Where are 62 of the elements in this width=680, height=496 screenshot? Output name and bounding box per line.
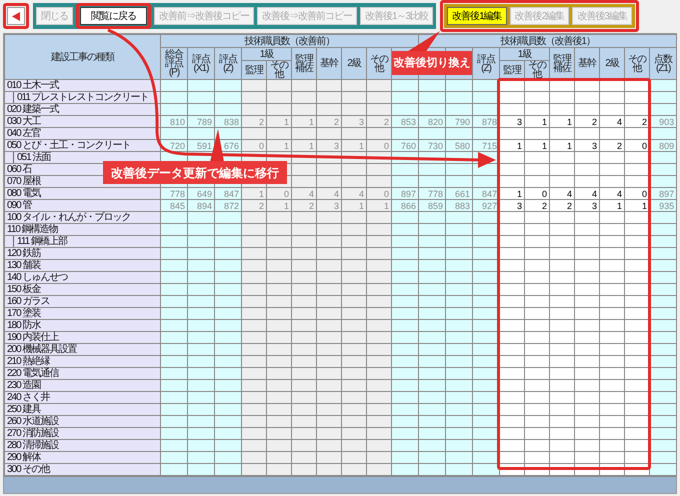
back-button[interactable] xyxy=(7,7,25,25)
toolbar-button[interactable]: 閲覧に戻る xyxy=(80,7,147,25)
column-header: 基幹 xyxy=(316,48,342,80)
row-label: 170 塗装 xyxy=(7,308,40,319)
row-label: 250 建具 xyxy=(7,404,40,415)
row-label: 290 解体 xyxy=(7,452,40,463)
row-label: 240 さく井 xyxy=(7,392,50,403)
edit-button[interactable]: 改善後1編集 xyxy=(447,7,507,25)
callout: 改善後切り換え xyxy=(392,51,472,75)
row-label: 080 電気 xyxy=(7,188,40,199)
column-header: 2級 xyxy=(342,48,366,80)
row-label: 040 左官 xyxy=(7,128,40,139)
row-label: 130 舗装 xyxy=(7,260,40,271)
edit-button[interactable]: 改善後2編集 xyxy=(510,7,570,25)
column-header: 1級 xyxy=(500,48,550,60)
row-label: 300 その他 xyxy=(7,464,50,475)
callout-pointer xyxy=(210,129,224,162)
row-label: 270 消防施設 xyxy=(7,428,58,439)
row-label: 011 プレストレストコンクリート xyxy=(17,92,149,103)
group-header: 技術職員数（改善前） xyxy=(160,34,419,48)
group-header: 技術職員数（改善後1） xyxy=(418,34,677,48)
column-header: 基幹 xyxy=(574,48,600,80)
column-header: 総合評点(P) xyxy=(160,48,188,80)
column-header: 監理補佐 xyxy=(292,48,316,80)
row-label: 020 建築一式 xyxy=(7,104,58,115)
column-header: 評点(Z) xyxy=(214,48,242,80)
column-header: その他 xyxy=(624,48,650,80)
callout: 改善後データ更新で編集に移行 xyxy=(103,161,287,184)
row-label: 230 造園 xyxy=(7,380,40,391)
row-label: 180 防水 xyxy=(7,320,40,331)
row-label: 010 土木一式 xyxy=(7,80,58,91)
row-label: 160 ガラス xyxy=(7,296,50,307)
row-label: 030 大工 xyxy=(7,116,40,127)
column-header: その他 xyxy=(366,48,392,80)
column-header: 2級 xyxy=(600,48,625,80)
column-header: 点数(Z1) xyxy=(650,48,677,80)
row-label: 200 機械器具設置 xyxy=(7,344,76,355)
row-label: 280 清掃施設 xyxy=(7,440,58,451)
row-label: 220 電気通信 xyxy=(7,368,58,379)
row-label: 050 とび・土工・コンクリート xyxy=(7,140,130,151)
row-label: 150 板金 xyxy=(7,284,40,295)
row-label: 070 屋根 xyxy=(7,176,40,187)
row-label: 090 管 xyxy=(7,200,32,211)
row-label: 140 しゅんせつ xyxy=(7,272,68,283)
row-label: 260 水道施設 xyxy=(7,416,58,427)
row-label: 110 鋼構造物 xyxy=(7,224,58,235)
row-label: 120 鉄筋 xyxy=(7,248,40,259)
row-label: 100 タイル・れんが・ブロック xyxy=(7,212,130,223)
column-header: 建設工事の種類 xyxy=(4,34,160,80)
column-header: 監理補佐 xyxy=(550,48,575,80)
row-label: 060 石 xyxy=(7,164,32,175)
column-header: 評点(X1) xyxy=(188,48,214,80)
column-header: その他 xyxy=(266,60,292,80)
back-icon xyxy=(12,12,20,20)
row-label: 111 鋼橋上部 xyxy=(17,236,67,247)
row-label: 190 内装仕上 xyxy=(7,332,58,343)
row-label: 210 熱絶縁 xyxy=(7,356,50,367)
column-header: 1級 xyxy=(242,48,292,60)
edit-button[interactable]: 改善後3編集 xyxy=(572,7,632,25)
column-header: 監理 xyxy=(242,60,266,80)
column-header: 評点(Z) xyxy=(472,48,500,80)
row-label: 051 法面 xyxy=(17,152,50,163)
